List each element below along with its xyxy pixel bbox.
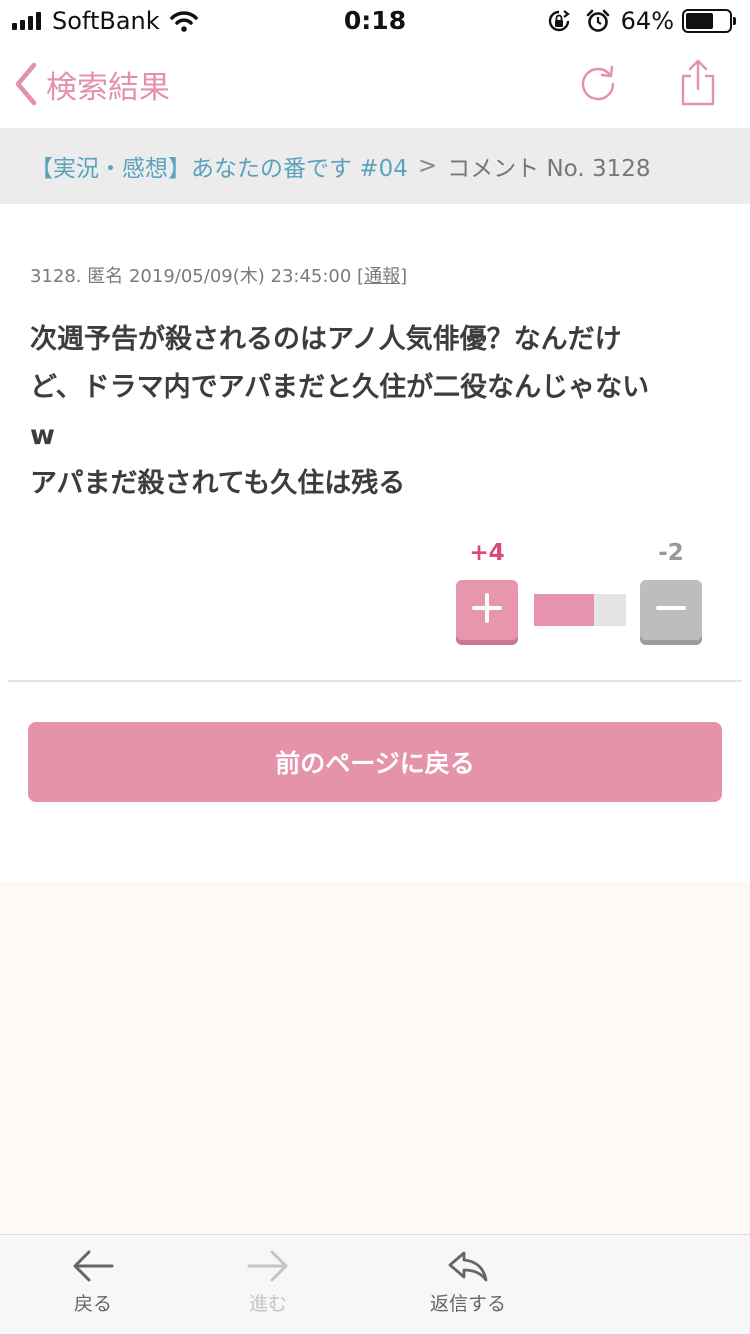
back-label: 検索結果	[46, 69, 170, 106]
tab-back-label: 戻る	[73, 1293, 112, 1315]
breadcrumb-separator: >	[417, 153, 438, 179]
bottom-toolbar: 戻る 進む 返信する	[0, 1234, 750, 1334]
reload-icon	[581, 65, 615, 101]
tab-reply[interactable]: 返信する	[408, 1249, 528, 1329]
breadcrumb-current: コメント No. 3128	[447, 156, 651, 182]
status-bar: SoftBank 0:18 64%	[0, 0, 750, 42]
vote-panel: +4 -2	[456, 540, 706, 644]
plus-vote-count: +4	[469, 540, 505, 566]
plus-icon	[472, 593, 502, 623]
back-to-search-results-button[interactable]: 検索結果	[14, 60, 170, 108]
tab-back[interactable]: 戻る	[33, 1249, 153, 1329]
comment-line: 次週予告が殺されるのはアノ人気俳優？なんだけ	[30, 324, 622, 355]
comment: 3128. 匿名 2019/05/09(木) 23:45:00 [通報] 次週予…	[30, 262, 720, 508]
comment-body: 次週予告が殺されるのはアノ人気俳優？なんだけ ど、ドラマ内でアパまだと久住が二役…	[30, 316, 720, 508]
tab-forward-label: 進む	[248, 1293, 287, 1315]
comment-line: アパまだ殺されても久住は残る	[30, 468, 406, 499]
report-link[interactable]: 通報	[364, 266, 400, 287]
divider	[8, 680, 742, 682]
breadcrumb: 【実況・感想】あなたの番です #04 > コメント No. 3128	[0, 128, 750, 204]
battery-percent: 64%	[620, 7, 674, 35]
reply-icon	[448, 1251, 488, 1282]
tab-forward[interactable]: 進む	[208, 1249, 328, 1329]
vote-ratio-bar	[534, 594, 626, 626]
empty-content-area	[0, 882, 750, 1234]
prev-page-button[interactable]: 前のページに戻る	[28, 722, 722, 802]
comment-meta: 3128. 匿名 2019/05/09(木) 23:45:00 [通報]	[30, 262, 720, 292]
alarm-icon	[586, 9, 609, 32]
share-button[interactable]	[676, 58, 720, 108]
plus-vote-button[interactable]	[456, 580, 518, 640]
vote-ratio-fill	[534, 594, 594, 626]
minus-icon	[656, 606, 686, 610]
minus-vote-count: -2	[658, 540, 684, 566]
orientation-lock-icon	[548, 10, 570, 32]
tab-reply-label: 返信する	[429, 1293, 506, 1315]
status-right: 64%	[547, 6, 736, 36]
share-icon	[681, 59, 715, 106]
reload-button[interactable]	[576, 62, 620, 106]
comment-line: ど、ドラマ内でアパまだと久住が二役なんじゃない	[30, 372, 650, 403]
arrow-right-icon	[247, 1250, 288, 1282]
comment-line: w	[30, 420, 55, 451]
comment-meta-suffix: ]	[400, 266, 408, 287]
minus-vote-button[interactable]	[640, 580, 702, 640]
chevron-left-icon	[15, 62, 37, 106]
battery-icon	[682, 9, 736, 33]
nav-bar: 検索結果	[0, 42, 750, 128]
breadcrumb-topic-link[interactable]: 【実況・感想】あなたの番です #04	[30, 149, 408, 183]
comment-meta-prefix: 3128. 匿名 2019/05/09(木) 23:45:00 [	[30, 266, 365, 287]
arrow-left-icon	[73, 1250, 114, 1282]
